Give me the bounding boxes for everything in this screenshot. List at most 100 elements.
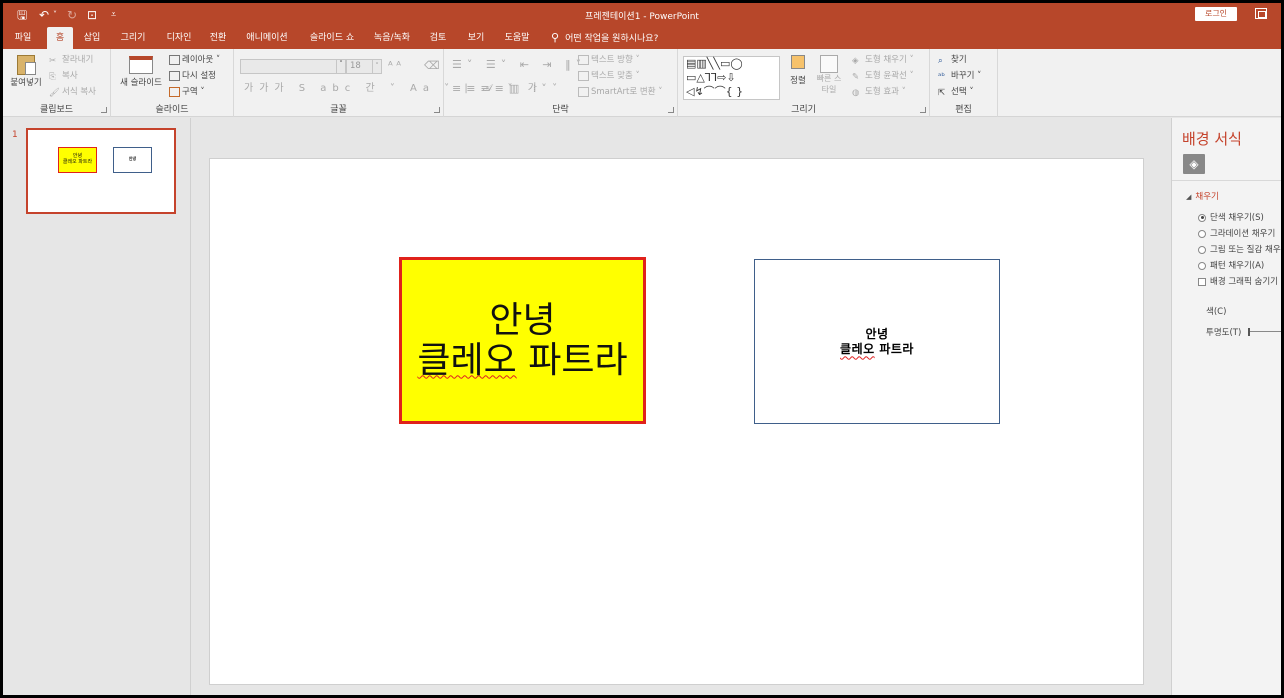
tab-transitions[interactable]: 전환	[203, 27, 233, 49]
font-size-dropdown-icon[interactable]: ˅	[372, 60, 381, 73]
transparency-label: 투명도(T)	[1206, 328, 1242, 338]
font-size-combobox[interactable]: 18 ˅	[346, 59, 382, 74]
effects-icon: ◍	[852, 87, 860, 98]
fill-tab-icon[interactable]: ◈	[1183, 154, 1205, 174]
paste-button[interactable]: 붙여넣기	[9, 53, 43, 97]
checkbox-icon	[1198, 277, 1206, 286]
white-box-line-1: 안녕	[865, 326, 889, 341]
slide-thumbnail[interactable]: 안녕 클레오 파트라 안녕	[26, 128, 176, 214]
title-bar: 🖫 ↶ ˅ ↻ ⊡ ⩡ 프레젠테이션1 - PowerPoint 로그인	[3, 3, 1281, 27]
pen-icon: ✎	[852, 71, 860, 82]
reset-button[interactable]: 다시 설정	[169, 70, 216, 82]
slides-group-label: 슬라이드	[155, 105, 189, 115]
smartart-button: SmartArt로 변환 ˅	[578, 86, 662, 98]
align-text-button: 텍스트 맞춤 ˅	[578, 70, 640, 82]
tab-view[interactable]: 보기	[461, 27, 491, 49]
smartart-icon	[578, 86, 589, 97]
group-slides: 새 슬라이드 레이아웃 ˅ 다시 설정 구역 ˅ 슬라이드	[111, 49, 234, 117]
find-button[interactable]: ⌕ 찾기	[938, 54, 967, 66]
paragraph-launcher-icon[interactable]	[668, 107, 674, 113]
login-button[interactable]: 로그인	[1195, 7, 1237, 21]
powerpoint-window: 🖫 ↶ ˅ ↻ ⊡ ⩡ 프레젠테이션1 - PowerPoint 로그인 파일 …	[3, 3, 1281, 695]
radio-solid-fill[interactable]: 단색 채우기(S)	[1198, 211, 1264, 223]
drawing-launcher-icon[interactable]	[920, 107, 926, 113]
tab-review[interactable]: 검토	[423, 27, 453, 49]
align-text-icon	[578, 70, 589, 81]
brush-icon: 🖌	[49, 87, 60, 98]
drawing-group-label: 그리기	[791, 105, 816, 115]
font-name-combobox[interactable]: ˅	[240, 59, 346, 74]
tab-animations[interactable]: 애니메이션	[239, 27, 295, 49]
paint-bucket-icon: ◈	[852, 55, 859, 66]
format-painter-button: 🖌 서식 복사	[49, 87, 96, 98]
slide-thumbnail-pane: 1 안녕 클레오 파트라 안녕	[3, 118, 191, 695]
tab-file[interactable]: 파일	[9, 27, 37, 49]
fill-section-header[interactable]: ◢ 채우기	[1186, 190, 1219, 202]
quick-styles-button[interactable]: 빠른 스타일	[814, 55, 844, 95]
hide-background-graphics-checkbox[interactable]: 배경 그래픽 숨기기	[1198, 275, 1278, 287]
layout-button[interactable]: 레이아웃 ˅	[169, 54, 220, 66]
slide-canvas[interactable]: 안녕 클레오 파트라 안녕 클레오 파트라	[209, 158, 1144, 685]
thumb-yellow-box: 안녕 클레오 파트라	[58, 147, 97, 173]
search-icon: ⌕	[938, 55, 943, 66]
list-buttons: ☰˅ ☰˅ ⇤ ⇥ ‖˅	[452, 58, 587, 71]
radio-icon	[1198, 245, 1206, 254]
shape-outline-button: ✎ 도형 윤곽선 ˅	[852, 71, 914, 82]
replace-icon: ᵃᵇ	[938, 71, 945, 82]
font-name-dropdown-icon[interactable]: ˅	[336, 60, 345, 73]
pane-title: 배경 서식	[1182, 130, 1242, 148]
yellow-text-box[interactable]: 안녕 클레오 파트라	[399, 257, 646, 424]
font-launcher-icon[interactable]	[434, 107, 440, 113]
ribbon: 붙여넣기 ✂ 잘라내기 ⎘ 복사 🖌 서식 복사 클립보드 새 슬라이드 레이아웃 ˅…	[3, 49, 1281, 117]
window-title: 프레젠테이션1 - PowerPoint	[585, 12, 699, 22]
group-paragraph: ☰˅ ☰˅ ⇤ ⇥ ‖˅ ≡≡≡≡▥ ⁞˅ 텍스트 방향 ˅ 텍스트 맞춤 ˅ …	[444, 49, 678, 117]
replace-button[interactable]: ᵃᵇ 바꾸기 ˅	[938, 70, 981, 82]
new-slide-button[interactable]: 새 슬라이드	[117, 53, 165, 97]
tab-slideshow[interactable]: 슬라이드 쇼	[303, 27, 361, 49]
ribbon-tabs: 파일 홈 삽입 그리기 디자인 전환 애니메이션 슬라이드 쇼 녹음/녹화 검토…	[3, 27, 1281, 49]
transparency-slider[interactable]	[1248, 328, 1281, 336]
clipboard-launcher-icon[interactable]	[101, 107, 107, 113]
text-direction-icon	[578, 54, 589, 65]
format-background-pane: 배경 서식 ◈ ◢ 채우기 단색 채우기(S) 그라데이션 채우기 그림 또는 질…	[1171, 118, 1281, 695]
quick-styles-icon	[820, 55, 838, 73]
tab-home[interactable]: 홈	[47, 27, 73, 49]
increase-font-icon: ᴬ ᴬ	[388, 59, 401, 72]
reset-icon	[169, 70, 180, 81]
section-button[interactable]: 구역 ˅	[169, 86, 205, 98]
paste-label: 붙여넣기	[10, 78, 42, 88]
tab-design[interactable]: 디자인	[159, 27, 199, 49]
select-button[interactable]: ⇱ 선택 ˅	[938, 86, 974, 98]
paste-icon	[17, 55, 36, 75]
group-editing: ⌕ 찾기 ᵃᵇ 바꾸기 ˅ ⇱ 선택 ˅ 편집	[930, 49, 998, 117]
font-group-label: 글꼴	[330, 105, 347, 115]
section-icon	[169, 86, 180, 97]
layout-icon	[169, 54, 180, 65]
slide-number: 1	[12, 130, 18, 140]
tell-me-search[interactable]: ⚲ 어떤 작업을 원하시나요?	[551, 27, 658, 49]
color-label: 색(C)	[1206, 307, 1227, 317]
radio-icon	[1198, 261, 1206, 270]
new-slide-label: 새 슬라이드	[120, 78, 162, 88]
tab-insert[interactable]: 삽입	[77, 27, 107, 49]
shape-effects-button: ◍ 도형 효과 ˅	[852, 87, 906, 98]
radio-picture-fill[interactable]: 그림 또는 질감 채우	[1198, 243, 1281, 255]
arrange-button[interactable]: 정렬	[786, 55, 810, 87]
copy-icon: ⎘	[49, 71, 56, 82]
radio-gradient-fill[interactable]: 그라데이션 채우기	[1198, 227, 1275, 239]
ribbon-display-options-icon[interactable]	[1255, 8, 1267, 19]
thumb-white-box: 안녕	[113, 147, 152, 173]
cursor-icon: ⇱	[938, 87, 946, 98]
copy-button: ⎘ 복사	[49, 71, 78, 82]
tab-record[interactable]: 녹음/녹화	[367, 27, 417, 49]
yellow-box-line-1: 안녕	[489, 299, 556, 341]
tab-help[interactable]: 도움말	[499, 27, 535, 49]
shapes-gallery[interactable]: ▤▥╲╲▭◯ ▭△⅂⅂⇨⇩ ◁↯⌒⌒{ }	[683, 56, 780, 100]
cut-button: ✂ 잘라내기	[49, 55, 94, 66]
radio-pattern-fill[interactable]: 패턴 채우기(A)	[1198, 259, 1264, 271]
clipboard-group-label: 클립보드	[39, 105, 74, 115]
tab-draw[interactable]: 그리기	[115, 27, 151, 49]
yellow-box-line-2: 클레오 파트라	[417, 339, 628, 381]
arrange-icon	[791, 55, 805, 69]
white-text-box[interactable]: 안녕 클레오 파트라	[754, 259, 1000, 424]
